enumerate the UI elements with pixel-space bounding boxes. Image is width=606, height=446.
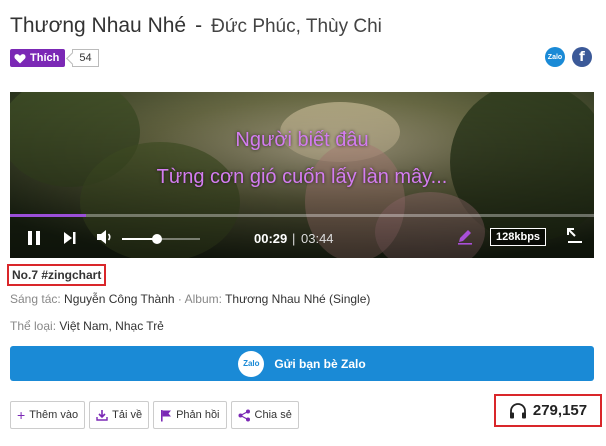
add-to-playlist-button[interactable]: + Thêm vào — [10, 401, 86, 429]
add-to-label: Thêm vào — [29, 409, 79, 421]
expand-icon[interactable] — [566, 227, 584, 245]
pause-icon[interactable] — [27, 230, 41, 246]
listen-count: 279,157 — [532, 402, 588, 419]
share-label: Chia sẻ — [254, 409, 292, 421]
music-player[interactable]: Người biết đâu Từng cơn gió cuốn lấy làn… — [10, 92, 594, 258]
plus-icon: + — [17, 407, 26, 423]
time-separator: | — [292, 231, 296, 246]
zalo-logo-icon: Zalo — [238, 350, 265, 377]
genre-label: Thể loại: — [10, 319, 57, 333]
album-label: Album: — [184, 292, 222, 306]
flag-icon — [161, 409, 172, 421]
song-credits: Sáng tác: Nguyễn Công Thành · Album: Thư… — [10, 292, 370, 306]
title-separator: - — [195, 14, 203, 37]
action-buttons: + Thêm vào Tải về Phản hồi Chia sẻ — [10, 401, 299, 429]
seek-bar[interactable] — [10, 214, 594, 217]
heart-icon — [14, 53, 26, 63]
lyric-line-next: Từng cơn gió cuốn lấy làn mây... — [156, 166, 448, 188]
zalo-icon[interactable]: Zalo — [545, 47, 565, 67]
facebook-icon[interactable]: f — [572, 47, 592, 67]
zalo-share-button[interactable]: Zalo Gửi bạn bè Zalo — [10, 346, 594, 381]
composer-label: Sáng tác: — [10, 292, 61, 306]
like-label: Thích — [30, 52, 60, 64]
like-button[interactable]: Thích — [10, 49, 66, 67]
feedback-button[interactable]: Phản hồi — [153, 401, 227, 429]
zingchart-rank[interactable]: No.7 #zingchart — [7, 264, 107, 286]
total-time: 03:44 — [301, 231, 334, 246]
headphones-icon — [509, 402, 526, 418]
song-header: Thương Nhau Nhé - Đức Phúc, Thùy Chi — [10, 14, 382, 40]
album-link[interactable]: Thương Nhau Nhé (Single) — [225, 292, 370, 306]
song-genre: Thể loại: Việt Nam, Nhạc Trẻ — [10, 319, 164, 333]
composer-link[interactable]: Nguyễn Công Thành — [64, 292, 175, 306]
lyric-line-current: Người biết đâu — [235, 129, 369, 151]
download-icon — [96, 410, 108, 421]
credits-dot: · — [177, 292, 185, 306]
share-button[interactable]: Chia sẻ — [230, 401, 299, 429]
next-track-icon[interactable] — [63, 231, 77, 245]
seek-bar-fill — [10, 214, 86, 217]
volume-slider[interactable] — [122, 234, 200, 244]
quality-selector[interactable]: 128kbps — [490, 228, 547, 246]
feedback-label: Phản hồi — [176, 409, 220, 421]
social-share-icons: Zalo f — [545, 47, 592, 67]
lyrics-edit-icon[interactable] — [456, 227, 474, 245]
share-icon — [238, 409, 250, 421]
genre-links[interactable]: Việt Nam, Nhạc Trẻ — [59, 319, 163, 333]
download-label: Tải về — [112, 409, 143, 421]
zalo-share-label: Gửi bạn bè Zalo — [274, 356, 366, 371]
like-row: Thích 54 — [10, 49, 99, 67]
artist-names[interactable]: Đức Phúc, Thùy Chi — [211, 16, 382, 38]
like-count: 54 — [72, 49, 99, 67]
listen-count-box: 279,157 — [494, 394, 602, 427]
song-title: Thương Nhau Nhé — [10, 14, 187, 37]
download-button[interactable]: Tải về — [89, 401, 150, 429]
current-time: 00:29 — [254, 231, 288, 246]
volume-icon[interactable] — [96, 229, 114, 245]
